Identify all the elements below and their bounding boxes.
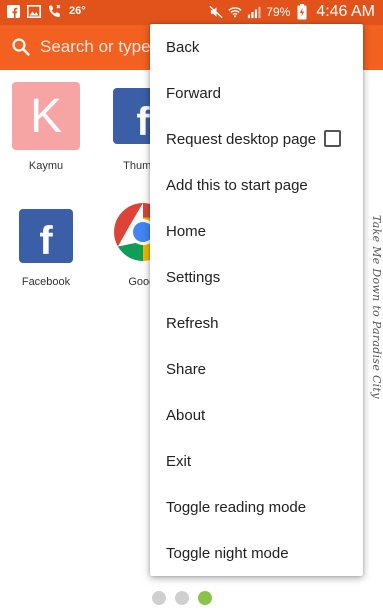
menu-item-label: Request desktop page xyxy=(166,130,317,148)
menu-item-home[interactable]: Home xyxy=(150,208,363,254)
speed-dial-label: Kaymu xyxy=(28,160,64,172)
menu-item-label: Back xyxy=(166,38,200,56)
facebook-logo-icon: f xyxy=(12,198,80,266)
wifi-icon xyxy=(228,5,242,19)
watermark-text: Take Me Down to Paradise City xyxy=(370,215,383,399)
menu-item-label: Settings xyxy=(166,268,221,286)
battery-charging-icon xyxy=(295,4,309,20)
kaymu-logo-icon: K xyxy=(12,82,80,150)
status-right-icons: 79% 4:46 AM xyxy=(209,3,375,21)
temperature-text: 26° xyxy=(69,5,86,17)
menu-item-label: Toggle night mode xyxy=(166,544,289,562)
clock-text: 4:46 AM xyxy=(316,3,375,20)
battery-percent-text: 79% xyxy=(266,5,291,19)
thumbs-logo-letter: f xyxy=(136,99,150,144)
facebook-logo-letter: f xyxy=(39,219,53,263)
menu-item-label: Toggle reading mode xyxy=(166,498,307,516)
status-left-icons: 26° xyxy=(6,4,86,18)
menu-item-refresh[interactable]: Refresh xyxy=(150,300,363,346)
menu-item-back[interactable]: Back xyxy=(150,24,363,70)
menu-item-label: About xyxy=(166,406,206,424)
signal-icon xyxy=(247,5,261,19)
search-icon[interactable] xyxy=(11,37,31,57)
page-dot[interactable] xyxy=(152,591,166,605)
menu-item-exit[interactable]: Exit xyxy=(150,438,363,484)
menu-item-about[interactable]: About xyxy=(150,392,363,438)
menu-item-label: Add this to start page xyxy=(166,176,308,194)
facebook-logo-square: f xyxy=(19,208,73,263)
facebook-notification-icon xyxy=(6,4,20,18)
menu-item-settings[interactable]: Settings xyxy=(150,254,363,300)
speed-dial-tile-facebook[interactable]: f Facebook xyxy=(1,198,91,288)
page-dot[interactable] xyxy=(175,591,189,605)
gallery-notification-icon xyxy=(27,4,41,18)
missed-call-icon xyxy=(48,4,62,18)
menu-item-request-desktop-page[interactable]: Request desktop page xyxy=(150,116,363,162)
page-indicator xyxy=(152,591,212,605)
page-dot-active[interactable] xyxy=(198,591,212,605)
menu-item-forward[interactable]: Forward xyxy=(150,70,363,116)
status-bar: 26° 79% 4:46 AM xyxy=(0,0,383,25)
kaymu-logo-letter: K xyxy=(29,89,62,143)
menu-item-label: Forward xyxy=(166,84,222,102)
menu-item-label: Refresh xyxy=(166,314,219,332)
menu-item-share[interactable]: Share xyxy=(150,346,363,392)
menu-item-label: Home xyxy=(166,222,207,240)
speed-dial-tile-kaymu[interactable]: K Kaymu xyxy=(1,82,91,172)
mute-icon xyxy=(209,5,223,19)
menu-item-toggle-reading-mode[interactable]: Toggle reading mode xyxy=(150,484,363,530)
menu-item-label: Share xyxy=(166,360,207,378)
speed-dial-label: Facebook xyxy=(21,276,71,288)
overflow-menu: Back Forward Request desktop page Add th… xyxy=(150,24,363,576)
request-desktop-checkbox[interactable] xyxy=(324,130,341,147)
menu-item-add-to-start-page[interactable]: Add this to start page xyxy=(150,162,363,208)
menu-item-label: Exit xyxy=(166,452,192,470)
menu-item-toggle-night-mode[interactable]: Toggle night mode xyxy=(150,530,363,576)
